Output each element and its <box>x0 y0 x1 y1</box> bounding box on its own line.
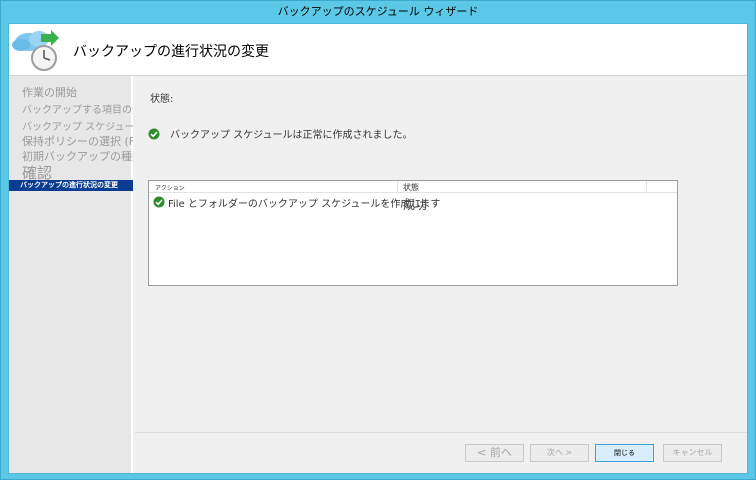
wizard-header: バックアップの進行状況の変更 <box>9 24 747 75</box>
back-button[interactable]: < 前へ <box>465 444 524 462</box>
column-divider[interactable] <box>646 181 647 193</box>
nav-step-getting-started: 作業の開始 <box>22 86 77 99</box>
column-divider[interactable] <box>397 181 398 193</box>
success-check-icon <box>153 196 165 208</box>
table-row[interactable]: File とフォルダーのバックアップ スケジュールを作成します 成功 <box>153 195 673 212</box>
wizard-client-area: バックアップの進行状況の変更 作業の開始 バックアップする項目の選択 バックアッ… <box>8 23 748 474</box>
window-title: バックアップのスケジュール ウィザード <box>1 1 755 23</box>
wizard-steps-nav: 作業の開始 バックアップする項目の選択 バックアップ スケジュールの選択 保持ポ… <box>9 76 133 473</box>
nav-step-select-items: バックアップする項目の選択 <box>22 105 133 116</box>
column-header-action[interactable]: アクション <box>155 183 185 192</box>
status-message: バックアップ スケジュールは正常に作成されました。 <box>170 130 413 141</box>
row-status-text: 成功 <box>403 198 428 212</box>
back-button-label: < 前へ <box>477 446 512 459</box>
footer-divider <box>135 432 747 433</box>
nav-step-select-schedule: バックアップ スケジュールの選択 <box>22 122 133 133</box>
cancel-button[interactable]: キャンセル <box>663 444 722 462</box>
grid-header: アクション 状態 <box>149 181 677 193</box>
status-label: 状態: <box>150 94 174 105</box>
next-button[interactable]: 次へ > <box>530 444 589 462</box>
close-button[interactable]: 閉じる <box>595 444 654 462</box>
success-check-icon <box>148 128 160 139</box>
column-header-status[interactable]: 状態 <box>403 182 419 193</box>
main-content: 状態: バックアップ スケジュールは正常に作成されました。 アクション 状態 F… <box>135 76 747 431</box>
nav-step-progress-active: バックアップの進行状況の変更 <box>9 180 133 191</box>
wizard-window: バックアップのスケジュール ウィザード バックアップの進行状況の変更 作業の開始… <box>0 0 756 480</box>
nav-step-retention-policy: 保持ポリシーの選択 (F... <box>22 135 133 148</box>
page-title: バックアップの進行状況の変更 <box>73 44 269 60</box>
cloud-backup-clock-icon <box>12 30 59 71</box>
results-grid[interactable]: アクション 状態 File とフォルダーのバックアップ スケジュールを作成します… <box>148 180 678 286</box>
status-row: バックアップ スケジュールは正常に作成されました。 <box>148 126 412 141</box>
row-action-text: File とフォルダーのバックアップ スケジュールを作成します <box>168 199 441 210</box>
